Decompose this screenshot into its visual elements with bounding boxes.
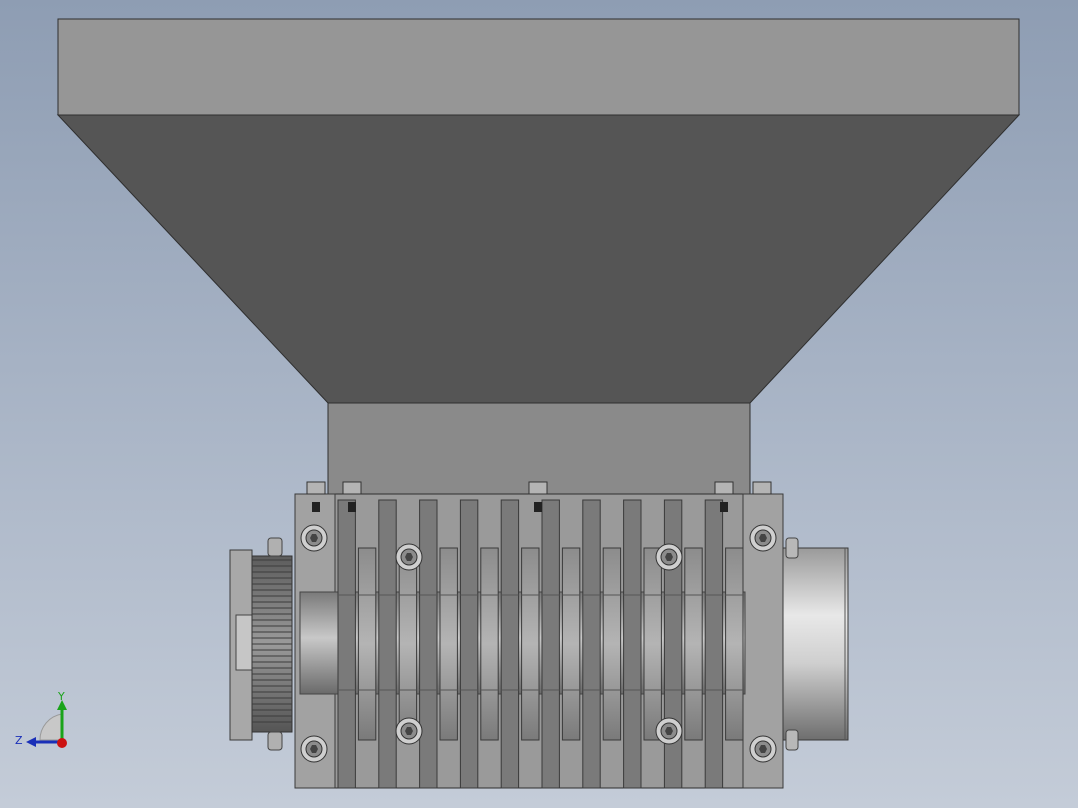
shredder-model[interactable]: Y Z xyxy=(0,0,1078,808)
cutter-blade xyxy=(459,499,479,789)
cutter-blade xyxy=(602,547,622,741)
cutter-blade xyxy=(480,547,499,741)
z-axis-label: Z xyxy=(15,734,23,747)
socket-screw xyxy=(395,717,423,745)
y-axis-label: Y xyxy=(57,690,65,703)
cutter-blade xyxy=(561,547,581,741)
socket-screw xyxy=(300,735,328,763)
cutter-blade xyxy=(663,499,683,789)
cutter-blade xyxy=(419,499,438,789)
motor-housing[interactable] xyxy=(781,537,849,751)
cutter-blade xyxy=(623,499,642,789)
hopper-throat[interactable] xyxy=(327,402,751,496)
socket-screw xyxy=(300,524,328,552)
cutter-blade xyxy=(521,547,540,741)
cutter-blade xyxy=(643,547,662,741)
cutter-blade xyxy=(337,499,356,789)
cutter-blade xyxy=(725,547,744,741)
cutter-blade xyxy=(500,499,520,789)
top-bolt xyxy=(752,481,772,495)
cutter-blade xyxy=(378,499,397,789)
hopper-rim[interactable] xyxy=(57,18,1020,116)
socket-screw xyxy=(749,735,777,763)
cutter-blade xyxy=(357,547,377,741)
cutter-blade xyxy=(398,547,418,741)
cutter-blade xyxy=(541,499,560,789)
socket-screw xyxy=(655,543,683,571)
socket-screw xyxy=(655,717,683,745)
socket-screw xyxy=(395,543,423,571)
cutter-blade xyxy=(582,499,601,789)
cutter-blade xyxy=(684,547,703,741)
coordinate-triad: Y Z xyxy=(15,690,67,748)
drive-gear[interactable] xyxy=(229,537,293,751)
cutter-blade xyxy=(439,547,458,741)
socket-screw xyxy=(749,524,777,552)
cutter-blade xyxy=(704,499,724,789)
cad-viewport[interactable]: Y Z xyxy=(0,0,1078,808)
hopper-funnel[interactable] xyxy=(56,114,1021,404)
